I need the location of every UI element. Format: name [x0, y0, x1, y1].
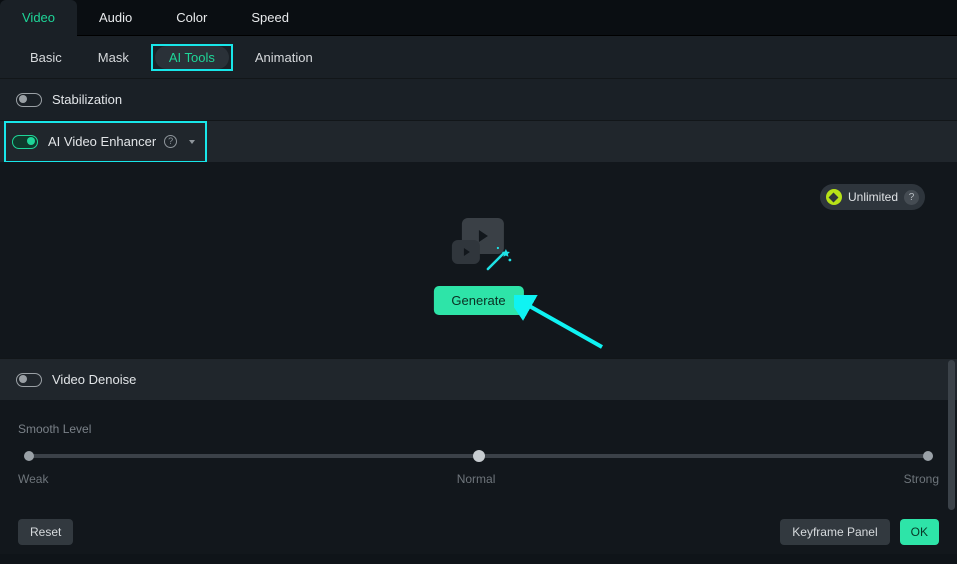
- subtab-basic[interactable]: Basic: [16, 46, 76, 69]
- video-enhance-icon: [447, 218, 509, 268]
- subtab-animation[interactable]: Animation: [241, 46, 327, 69]
- slider-label-normal: Normal: [457, 472, 496, 486]
- sparkle-wand-icon: [485, 245, 513, 271]
- subtab-mask[interactable]: Mask: [84, 46, 143, 69]
- video-settings-panel: Video Audio Color Speed Basic Mask AI To…: [0, 0, 957, 564]
- ai-enhancer-label: AI Video Enhancer: [48, 134, 156, 149]
- slider-handle[interactable]: [473, 450, 485, 462]
- slider-labels: Weak Normal Strong: [18, 472, 939, 486]
- unlimited-badge[interactable]: Unlimited ?: [820, 184, 925, 210]
- tab-speed[interactable]: Speed: [229, 0, 311, 36]
- ai-enhancer-row: AI Video Enhancer ?: [0, 120, 957, 162]
- tab-audio[interactable]: Audio: [77, 0, 154, 36]
- stabilization-row: Stabilization: [0, 78, 957, 120]
- subtab-ai-tools[interactable]: AI Tools: [155, 46, 229, 69]
- smooth-level-label: Smooth Level: [18, 422, 939, 436]
- sub-tabs: Basic Mask AI Tools Animation: [0, 36, 957, 78]
- slider-label-weak: Weak: [18, 472, 48, 486]
- video-denoise-toggle[interactable]: [16, 373, 42, 387]
- tab-video[interactable]: Video: [0, 0, 77, 36]
- generate-button[interactable]: Generate: [433, 286, 523, 315]
- footer: Reset Keyframe Panel OK: [0, 510, 957, 554]
- tab-color[interactable]: Color: [154, 0, 229, 36]
- video-denoise-label: Video Denoise: [52, 372, 136, 387]
- keyframe-panel-button[interactable]: Keyframe Panel: [780, 519, 889, 545]
- top-tabs: Video Audio Color Speed: [0, 0, 957, 36]
- chevron-down-icon[interactable]: [189, 140, 195, 144]
- ai-enhancer-body: Unlimited ? Generate: [0, 162, 957, 358]
- scrollbar[interactable]: [948, 360, 955, 510]
- enhancer-center: Generate: [433, 218, 523, 315]
- ai-enhancer-highlight: AI Video Enhancer ?: [4, 121, 207, 163]
- unlimited-label: Unlimited: [848, 190, 898, 204]
- smooth-level-slider[interactable]: [24, 454, 933, 458]
- reset-button[interactable]: Reset: [18, 519, 73, 545]
- subtab-ai-tools-highlight: AI Tools: [151, 44, 233, 71]
- slider-label-strong: Strong: [904, 472, 939, 486]
- diamond-icon: [826, 189, 842, 205]
- ok-button[interactable]: OK: [900, 519, 939, 545]
- help-icon[interactable]: ?: [164, 135, 177, 148]
- smooth-level-area: Smooth Level Weak Normal Strong: [0, 400, 957, 510]
- stabilization-label: Stabilization: [52, 92, 122, 107]
- ai-enhancer-toggle[interactable]: [12, 135, 38, 149]
- video-denoise-row: Video Denoise: [0, 358, 957, 400]
- stabilization-toggle[interactable]: [16, 93, 42, 107]
- help-icon[interactable]: ?: [904, 190, 919, 205]
